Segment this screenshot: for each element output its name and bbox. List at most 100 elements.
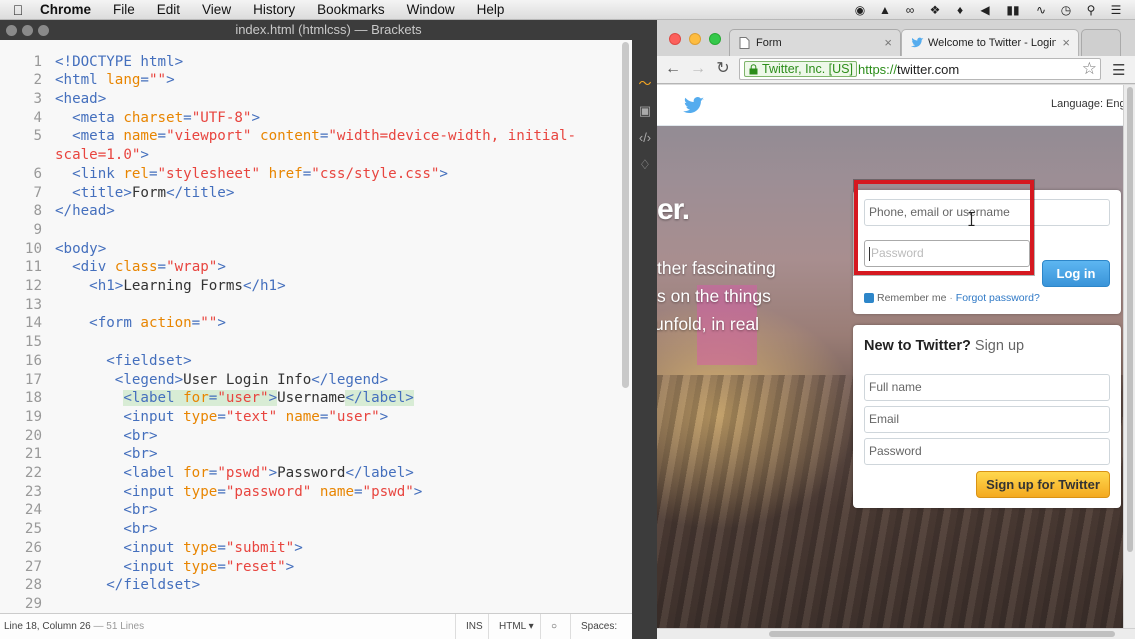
close-tab-icon[interactable]: × xyxy=(884,35,892,50)
code-line[interactable]: 10 <body> xyxy=(0,240,632,259)
menu-bookmarks[interactable]: Bookmarks xyxy=(306,2,396,17)
language-selector[interactable]: Language: English xyxy=(1051,98,1123,110)
notification-icon[interactable]: ♦ xyxy=(953,3,967,17)
email-field[interactable]: Email xyxy=(864,406,1110,433)
code-line[interactable]: 28 </fieldset> xyxy=(0,576,632,595)
chrome-menu-icon[interactable]: ☰ xyxy=(1112,61,1125,79)
code-line[interactable]: 3 <head> xyxy=(0,90,632,109)
clock-icon[interactable]: ◷ xyxy=(1059,3,1073,17)
menu-history[interactable]: History xyxy=(242,2,306,17)
code-line[interactable]: 14 <form action=""> xyxy=(0,314,632,333)
code-token: type xyxy=(183,558,218,575)
reload-icon[interactable]: ↻ xyxy=(714,60,732,78)
record-icon[interactable]: ◉ xyxy=(853,3,867,17)
address-bar[interactable]: Twitter, Inc. [US] https://twitter.com ☆ xyxy=(739,58,1101,80)
code-line[interactable]: 22 <label for="pswd">Password</label> xyxy=(0,464,632,483)
indent-setting[interactable]: Spaces: 2 xyxy=(570,614,632,639)
code-line[interactable]: 29 xyxy=(0,595,632,614)
wifi-icon[interactable]: ∿ xyxy=(1034,3,1048,17)
ev-certificate-badge[interactable]: Twitter, Inc. [US] xyxy=(744,61,857,77)
battery-icon[interactable]: ▮▮ xyxy=(1003,3,1023,17)
code-line[interactable]: 23 <input type="password" name="pswd"> xyxy=(0,483,632,502)
page-horizontal-scrollbar[interactable] xyxy=(657,628,1135,639)
bookmark-star-icon[interactable]: ☆ xyxy=(1082,59,1097,79)
page-vertical-scrollbar[interactable] xyxy=(1123,85,1135,628)
code-line[interactable]: 2 <html lang=""> xyxy=(0,71,632,90)
code-line[interactable]: 7 <title>Form</title> xyxy=(0,184,632,203)
apple-menu-icon[interactable]:  xyxy=(0,2,36,18)
code-line[interactable]: 4 <meta charset="UTF-8"> xyxy=(0,109,632,128)
tab-form[interactable]: Form × xyxy=(729,29,901,56)
forgot-password-link[interactable]: Forgot password? xyxy=(956,292,1040,304)
code-line[interactable]: 12 <h1>Learning Forms</h1> xyxy=(0,277,632,296)
extension-manager-icon[interactable]: ▣ xyxy=(637,103,653,119)
menu-view[interactable]: View xyxy=(191,2,242,17)
volume-icon[interactable]: ◀ xyxy=(978,3,992,17)
code-editor[interactable]: 1 <!DOCTYPE html> 2 <html lang=""> 3 <head> 4 … xyxy=(0,40,632,633)
layers-icon[interactable]: ♢ xyxy=(637,157,653,173)
code-token: name xyxy=(123,128,158,145)
zoom-window-button[interactable] xyxy=(38,25,49,36)
dropbox-icon[interactable]: ❖ xyxy=(928,3,942,17)
minimize-browser-button[interactable] xyxy=(689,33,701,45)
code-line[interactable]: 25 <br> xyxy=(0,520,632,539)
list-icon[interactable]: ☰ xyxy=(1109,3,1123,17)
close-tab-icon[interactable]: × xyxy=(1062,35,1070,50)
creative-cloud-icon[interactable]: ∞ xyxy=(903,3,917,17)
menu-window[interactable]: Window xyxy=(396,2,466,17)
code-line[interactable]: 6 <link rel="stylesheet" href="css/style… xyxy=(0,165,632,184)
signup-password-field[interactable]: Password xyxy=(864,438,1110,465)
signup-link[interactable]: Sign up xyxy=(971,338,1024,354)
code-line[interactable]: 18 <label for="user">Username</label> xyxy=(0,389,632,408)
login-button[interactable]: Log in xyxy=(1042,260,1110,287)
drive-icon[interactable]: ▲ xyxy=(878,3,892,17)
remember-checkbox[interactable] xyxy=(864,293,874,304)
code-line[interactable]: 26 <input type="submit"> xyxy=(0,539,632,558)
code-token: name xyxy=(319,483,354,500)
back-arrow-icon[interactable]: ← xyxy=(664,60,682,78)
scroll-thumb[interactable] xyxy=(1127,87,1133,552)
code-text: <input type="text" name="user"> xyxy=(55,408,388,427)
code-hint-icon[interactable]: ‹/› xyxy=(637,130,653,146)
scroll-thumb[interactable] xyxy=(769,631,1115,637)
code-line[interactable]: 9 xyxy=(0,221,632,240)
fullname-field[interactable]: Full name xyxy=(864,374,1110,401)
menu-app[interactable]: Chrome xyxy=(36,2,102,17)
signup-button[interactable]: Sign up for Twitter xyxy=(976,471,1110,498)
remember-label[interactable]: Remember me xyxy=(877,292,946,304)
zoom-browser-button[interactable] xyxy=(709,33,721,45)
live-preview-icon[interactable]: 〜 xyxy=(637,76,653,92)
code-line[interactable]: 24 <br> xyxy=(0,501,632,520)
code-line[interactable]: 20 <br> xyxy=(0,427,632,446)
tab-twitter[interactable]: Welcome to Twitter - Login × xyxy=(901,29,1079,56)
forward-arrow-icon[interactable]: → xyxy=(689,60,707,78)
code-token: > xyxy=(140,147,149,164)
close-browser-button[interactable] xyxy=(669,33,681,45)
menu-help[interactable]: Help xyxy=(466,2,516,17)
close-window-button[interactable] xyxy=(6,25,17,36)
code-line[interactable]: 5 <meta name="viewport" content="width=d… xyxy=(0,127,632,146)
code-line[interactable]: 21 <br> xyxy=(0,445,632,464)
language-select[interactable]: HTML ▾ xyxy=(488,614,544,639)
code-line[interactable]: 8 </head> xyxy=(0,202,632,221)
code-line[interactable]: 1 <!DOCTYPE html> xyxy=(0,53,632,72)
code-line[interactable]: scale=1.0"> xyxy=(0,146,632,165)
menu-file[interactable]: File xyxy=(102,2,146,17)
editor-scrollbar[interactable] xyxy=(622,42,629,388)
code-line[interactable]: 19 <input type="text" name="user"> xyxy=(0,408,632,427)
code-line[interactable]: 15 xyxy=(0,333,632,352)
code-token: > xyxy=(217,315,226,332)
code-line[interactable]: 27 <input type="reset"> xyxy=(0,558,632,577)
spotlight-icon[interactable]: ⚲ xyxy=(1084,3,1098,17)
menu-edit[interactable]: Edit xyxy=(146,2,191,17)
code-line[interactable]: 13 xyxy=(0,296,632,315)
code-line[interactable]: 16 <fieldset> xyxy=(0,352,632,371)
new-tab-button[interactable] xyxy=(1081,29,1121,56)
code-line[interactable]: 11 <div class="wrap"> xyxy=(0,258,632,277)
lint-status-icon[interactable]: ○ xyxy=(540,614,570,639)
code-line[interactable]: 17 <legend>User Login Info</legend> xyxy=(0,371,632,390)
code-token: <br> xyxy=(123,446,158,463)
minimize-window-button[interactable] xyxy=(22,25,33,36)
twitter-logo-icon[interactable] xyxy=(683,97,705,115)
